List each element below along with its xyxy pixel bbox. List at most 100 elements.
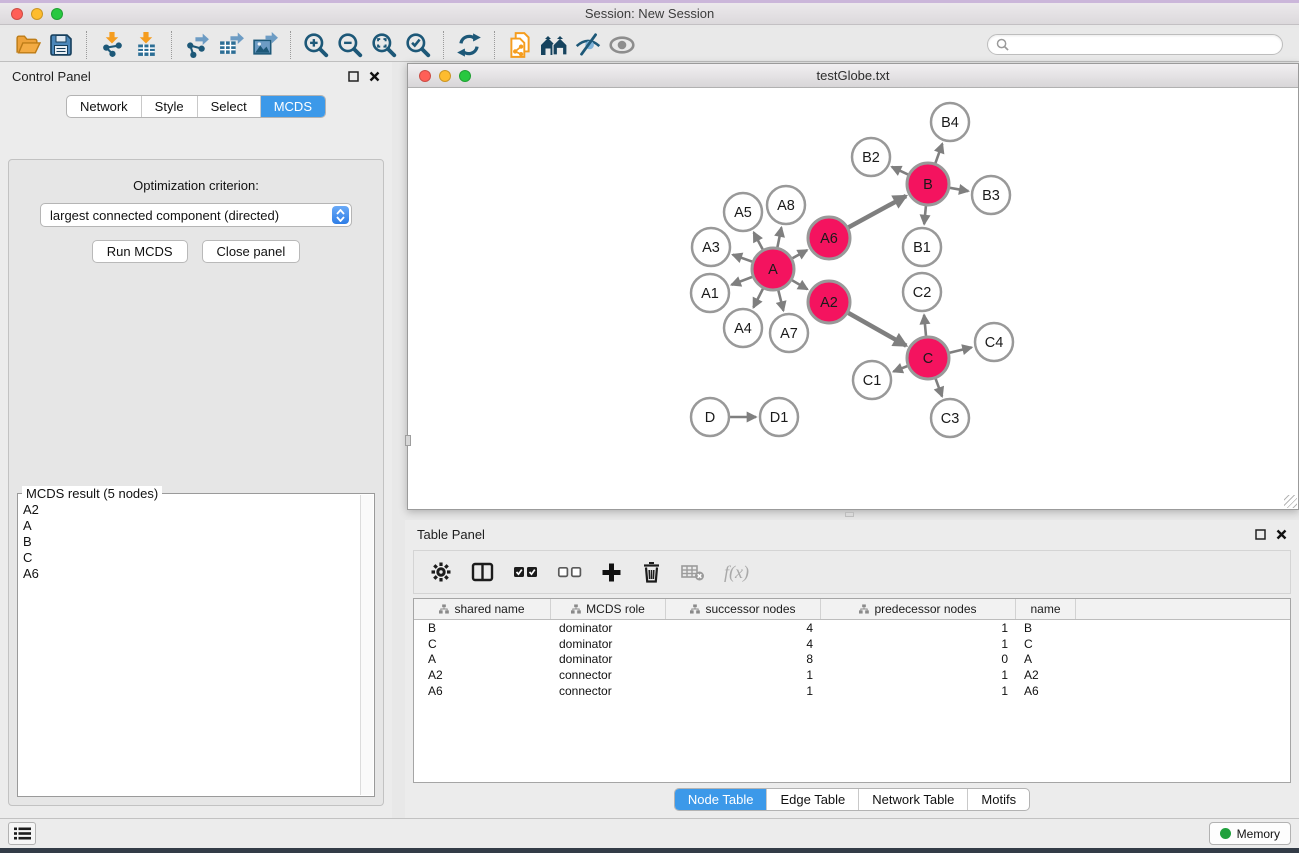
node-C[interactable]: C (907, 337, 949, 379)
toolbar-separator (86, 31, 87, 59)
node-B1[interactable]: B1 (903, 228, 941, 266)
node-A3[interactable]: A3 (692, 228, 730, 266)
node-A1[interactable]: A1 (691, 274, 729, 312)
network-minimize-button[interactable] (439, 70, 451, 82)
criterion-dropdown[interactable]: largest connected component (directed) (40, 203, 352, 227)
column-header-predecessor-nodes[interactable]: predecessor nodes (821, 599, 1016, 619)
table-row[interactable]: Cdominator41C (414, 636, 1290, 652)
export-table-icon[interactable] (214, 30, 248, 60)
new-network-from-selection-icon[interactable] (503, 30, 537, 60)
search-field[interactable] (987, 34, 1283, 55)
table-row[interactable]: A6connector11A6 (414, 683, 1290, 699)
table-row[interactable]: Bdominator41B (414, 620, 1290, 636)
tab-network-table[interactable]: Network Table (858, 789, 967, 810)
close-panel-button[interactable]: Close panel (202, 240, 301, 263)
node-A6[interactable]: A6 (808, 217, 850, 259)
network-canvas[interactable]: B4 B2 B B3 A8A5 A6 A3 B1 A C2 A1 A2 A4A7 C4 C C1 D D1 C3 (408, 88, 1298, 509)
export-network-icon[interactable] (180, 30, 214, 60)
node-C3[interactable]: C3 (931, 399, 969, 437)
result-node-item[interactable]: A6 (19, 566, 360, 582)
search-input[interactable] (1014, 38, 1274, 52)
float-table-panel-icon[interactable] (1255, 529, 1266, 540)
node-B4[interactable]: B4 (931, 103, 969, 141)
open-session-icon[interactable] (10, 30, 44, 60)
node-A7[interactable]: A7 (770, 314, 808, 352)
export-image-icon[interactable] (248, 30, 282, 60)
zoom-in-icon[interactable] (299, 30, 333, 60)
apply-layout-icon[interactable] (452, 30, 486, 60)
svg-text:B2: B2 (862, 150, 880, 166)
table-settings-gear-icon[interactable] (430, 559, 452, 585)
tab-select[interactable]: Select (197, 96, 260, 117)
result-node-item[interactable]: A (19, 518, 360, 534)
save-session-icon[interactable] (44, 30, 78, 60)
node-A[interactable]: A (752, 248, 794, 290)
result-node-item[interactable]: B (19, 534, 360, 550)
tab-motifs[interactable]: Motifs (967, 789, 1029, 810)
show-all-icon[interactable] (605, 30, 639, 60)
tab-network[interactable]: Network (67, 96, 141, 117)
window-resize-grip[interactable] (1284, 495, 1297, 508)
network-graph[interactable]: B4 B2 B B3 A8A5 A6 A3 B1 A C2 A1 A2 A4A7 C4 C C1 D D1 C3 (408, 88, 1298, 509)
mcds-panel: Optimization criterion: largest connecte… (8, 159, 384, 806)
column-header-shared-name[interactable]: shared name (414, 599, 551, 619)
run-mcds-button[interactable]: Run MCDS (92, 240, 188, 263)
tab-mcds[interactable]: MCDS (260, 96, 325, 117)
select-all-rows-icon[interactable] (513, 559, 538, 585)
tab-edge-table[interactable]: Edge Table (766, 789, 858, 810)
close-panel-icon[interactable] (369, 71, 380, 82)
zoom-selected-icon[interactable] (401, 30, 435, 60)
import-table-icon[interactable] (129, 30, 163, 60)
zoom-window-button[interactable] (51, 8, 63, 20)
node-B3[interactable]: B3 (972, 176, 1010, 214)
window-edge-grip[interactable] (405, 435, 411, 446)
result-node-item[interactable]: A2 (19, 502, 360, 518)
result-node-item[interactable]: C (19, 550, 360, 566)
node-B[interactable]: B (907, 163, 949, 205)
node-A5[interactable]: A5 (724, 193, 762, 231)
node-A4[interactable]: A4 (724, 309, 762, 347)
node-D1[interactable]: D1 (760, 398, 798, 436)
splitter-handle[interactable] (845, 512, 854, 517)
svg-text:C2: C2 (913, 285, 932, 301)
table-row[interactable]: A2connector11A2 (414, 667, 1290, 683)
first-neighbors-icon[interactable] (537, 30, 571, 60)
node-D[interactable]: D (691, 398, 729, 436)
network-title: testGlobe.txt (817, 68, 890, 83)
column-header-successor-nodes[interactable]: successor nodes (666, 599, 821, 619)
tab-node-table[interactable]: Node Table (675, 789, 767, 810)
delete-column-icon[interactable] (641, 559, 662, 585)
node-C2[interactable]: C2 (903, 273, 941, 311)
memory-button[interactable]: Memory (1209, 822, 1291, 845)
svg-text:A1: A1 (701, 286, 719, 302)
result-scrollbar[interactable] (360, 495, 373, 795)
mcds-result-list[interactable]: A2ABCA6 (19, 502, 360, 795)
column-header-name[interactable]: name (1016, 599, 1076, 619)
window-titlebar: Session: New Session (0, 0, 1299, 25)
task-history-button[interactable] (8, 822, 36, 845)
node-A8[interactable]: A8 (767, 186, 805, 224)
minimize-window-button[interactable] (31, 8, 43, 20)
zoom-fit-icon[interactable] (367, 30, 401, 60)
import-network-icon[interactable] (95, 30, 129, 60)
column-header-MCDS-role[interactable]: MCDS role (551, 599, 666, 619)
add-column-icon[interactable] (601, 559, 622, 585)
node-B2[interactable]: B2 (852, 138, 890, 176)
network-zoom-button[interactable] (459, 70, 471, 82)
close-window-button[interactable] (11, 8, 23, 20)
table-row[interactable]: Adominator80A (414, 651, 1290, 667)
table-cell: 0 (821, 652, 1016, 666)
hide-selected-icon[interactable] (571, 30, 605, 60)
node-C1[interactable]: C1 (853, 361, 891, 399)
deselect-all-rows-icon[interactable] (557, 559, 582, 585)
network-close-button[interactable] (419, 70, 431, 82)
node-A2[interactable]: A2 (808, 281, 850, 323)
tab-style[interactable]: Style (141, 96, 197, 117)
float-panel-icon[interactable] (348, 71, 359, 82)
column-visibility-icon[interactable] (471, 559, 494, 585)
close-table-panel-icon[interactable] (1276, 529, 1287, 540)
delete-table-icon[interactable] (681, 559, 705, 585)
network-window-titlebar[interactable]: testGlobe.txt (408, 64, 1298, 88)
zoom-out-icon[interactable] (333, 30, 367, 60)
node-C4[interactable]: C4 (975, 323, 1013, 361)
